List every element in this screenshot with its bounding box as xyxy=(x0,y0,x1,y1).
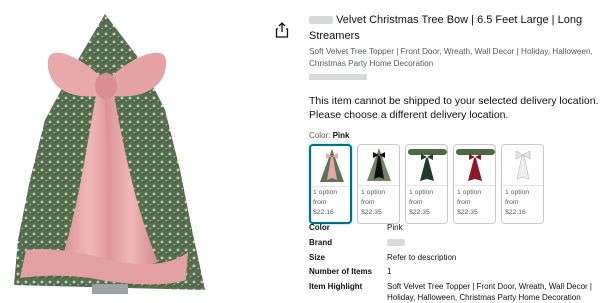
detail-key: Number of Items xyxy=(309,267,373,277)
swatch-option-text: 1 option from xyxy=(313,189,338,206)
detail-value: 1 xyxy=(387,267,392,277)
product-subtitle: Soft Velvet Tree Topper | Front Door, Wr… xyxy=(309,47,593,68)
swatch-white[interactable]: 1 option from $22.16 xyxy=(501,144,544,224)
detail-value: Pink xyxy=(387,223,403,232)
swatch-green[interactable]: 1 option from $22.35 xyxy=(405,144,448,224)
swatch-option-text: 1 option from xyxy=(457,189,482,206)
product-title[interactable]: Velvet Christmas Tree Bow | 6.5 Feet Lar… xyxy=(309,12,600,44)
shipping-message: This item cannot be shipped to your sele… xyxy=(309,95,599,121)
redacted-brand-value xyxy=(387,239,405,247)
detail-key: Color xyxy=(309,223,330,232)
swatch-option-text: 1 option from xyxy=(409,189,434,206)
share-icon[interactable] xyxy=(275,22,289,38)
detail-row-item-highlight: Item Highlight Soft Velvet Tree Topper |… xyxy=(309,281,600,303)
black-bow-on-tree-icon xyxy=(367,148,391,181)
selected-color: Pink xyxy=(332,131,350,140)
detail-row-size: Size Refer to description xyxy=(309,252,600,263)
color-label: Color: Pink xyxy=(309,131,600,140)
swatch-price: $22.35 xyxy=(457,209,478,216)
swatch-red[interactable]: 1 option from $22.35 xyxy=(453,144,496,224)
product-details-table: Color Pink Brand Size Refer to descripti… xyxy=(309,222,600,303)
swatch-price: $22.16 xyxy=(313,209,334,216)
detail-row-brand: Brand xyxy=(309,237,600,248)
color-swatches: 1 option from $22.16 1 option from $22.3… xyxy=(309,144,600,224)
swatch-pink[interactable]: 1 option from $22.16 xyxy=(309,144,352,224)
swatch-price: $22.35 xyxy=(409,209,430,216)
detail-row-color: Color Pink xyxy=(309,222,600,233)
green-bow-on-door-icon xyxy=(408,149,447,181)
white-bow-icon xyxy=(515,150,531,180)
swatch-option-text: 1 option from xyxy=(505,189,530,206)
red-bow-on-door-icon xyxy=(456,149,495,181)
detail-value xyxy=(387,237,405,248)
detail-value: Soft Velvet Tree Topper | Front Door, Wr… xyxy=(387,282,592,303)
swatch-price: $22.35 xyxy=(361,209,382,216)
swatch-black[interactable]: 1 option from $22.35 xyxy=(357,144,400,224)
redacted-brand xyxy=(309,16,333,25)
product-title-text[interactable]: Velvet Christmas Tree Bow | 6.5 Feet Lar… xyxy=(309,14,582,42)
detail-key: Brand xyxy=(309,237,333,247)
color-label-text: Color: xyxy=(309,131,331,140)
swatch-price: $22.16 xyxy=(505,209,526,216)
swatch-option-text: 1 option from xyxy=(361,189,386,206)
product-info: Velvet Christmas Tree Bow | 6.5 Feet Lar… xyxy=(309,12,600,224)
redacted-line xyxy=(309,74,367,80)
product-image[interactable] xyxy=(0,0,265,303)
detail-row-number-of-items: Number of Items 1 xyxy=(309,266,600,277)
detail-key: Item Highlight xyxy=(309,282,363,292)
detail-value: Refer to description xyxy=(387,252,457,262)
pink-bow-on-tree-icon xyxy=(320,149,344,182)
detail-key: Size xyxy=(309,252,326,262)
